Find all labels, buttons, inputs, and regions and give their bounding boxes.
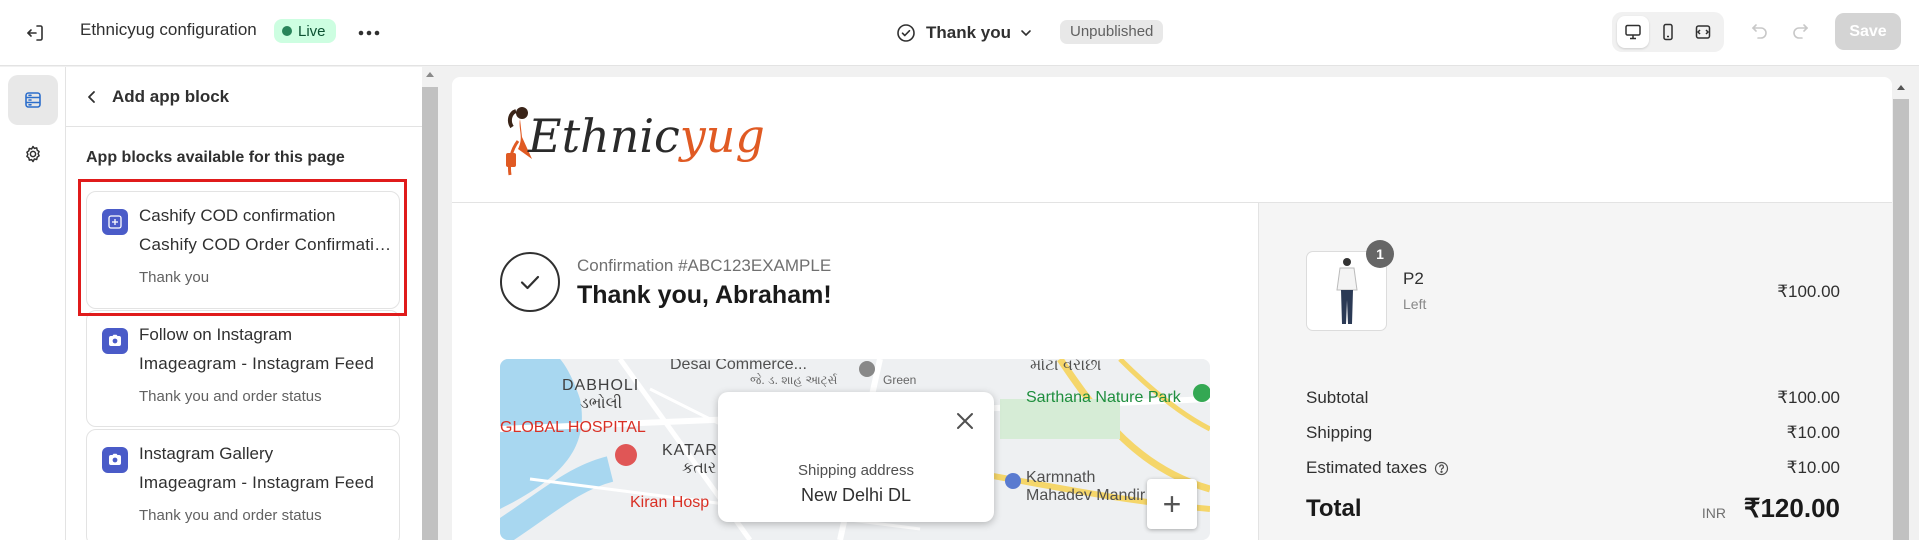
logo-text-accent: yug bbox=[679, 109, 765, 163]
editor-rail bbox=[0, 67, 66, 540]
map-label: કતાર bbox=[682, 460, 717, 477]
shipping-value: ₹10.00 bbox=[1786, 423, 1840, 442]
map-label: Mahadev Mandir bbox=[1026, 487, 1146, 504]
publish-state-badge: Unpublished bbox=[1060, 20, 1164, 44]
preview-scrollbar[interactable] bbox=[1893, 77, 1909, 540]
app-block-app-name: Imageagram - Instagram Feed bbox=[139, 473, 374, 492]
map-label: DABHOLI bbox=[562, 377, 640, 394]
redo-button[interactable] bbox=[1786, 18, 1814, 46]
section-title: App blocks available for this page bbox=[86, 149, 345, 166]
check-circle-icon bbox=[897, 24, 915, 42]
taxes-label: Estimated taxes bbox=[1306, 458, 1427, 477]
live-status-badge: Live bbox=[274, 19, 336, 43]
checkout-preview: Ethnicyug Confirmation #ABC123EXAMPLE Th… bbox=[452, 77, 1892, 540]
redo-icon bbox=[1793, 24, 1809, 39]
subtotal-value: ₹100.00 bbox=[1777, 388, 1840, 407]
fullscreen-view-button[interactable] bbox=[1687, 16, 1719, 48]
highlight-annotation-box bbox=[78, 179, 407, 316]
shipping-label: Shipping bbox=[1306, 423, 1373, 442]
app-block-pages: Thank you and order status bbox=[139, 507, 322, 524]
total-label: Total bbox=[1306, 495, 1362, 522]
gear-icon bbox=[26, 145, 40, 163]
sections-icon bbox=[25, 92, 41, 108]
settings-rail-button[interactable] bbox=[8, 129, 58, 179]
viewport-toggle-group bbox=[1612, 12, 1724, 52]
fullscreen-icon bbox=[1695, 25, 1710, 39]
close-icon[interactable] bbox=[954, 410, 976, 432]
map-label: Green bbox=[883, 373, 917, 387]
confirmation-number: Confirmation #ABC123EXAMPLE bbox=[577, 256, 832, 275]
product-name: P2 bbox=[1403, 269, 1424, 288]
map-zoom-in-button[interactable]: + bbox=[1147, 479, 1197, 529]
instagram-app-icon bbox=[102, 328, 128, 354]
panel-title: Add app block bbox=[112, 86, 230, 106]
save-button[interactable]: Save bbox=[1835, 13, 1901, 50]
map-label: Sarthana Nature Park bbox=[1026, 389, 1181, 406]
store-logo: Ethnicyug bbox=[502, 101, 765, 183]
app-block-card[interactable]: Instagram Gallery Imageagram - Instagram… bbox=[86, 429, 400, 540]
back-arrow-icon[interactable] bbox=[84, 89, 100, 105]
undo-button[interactable] bbox=[1746, 18, 1774, 46]
store-name: Ethnicyug configuration bbox=[80, 20, 257, 39]
desktop-view-button[interactable] bbox=[1617, 16, 1650, 48]
map-label: ડભોલી bbox=[580, 395, 623, 412]
shipping-address-popup: Shipping address New Delhi DL bbox=[718, 392, 994, 522]
exit-button[interactable] bbox=[20, 18, 50, 48]
taxes-label-group: Estimated taxes bbox=[1306, 458, 1449, 478]
map-label: Karmnath bbox=[1026, 469, 1096, 486]
shipping-map[interactable]: Desai Commerce... જે. ડ. શાહ આર્ટ્સ Gree… bbox=[500, 359, 1210, 540]
shipping-row: Shipping ₹10.00 bbox=[1306, 423, 1840, 447]
map-label: GLOBAL HOSPITAL bbox=[500, 419, 646, 436]
map-label: જે. ડ. શાહ આર્ટ્સ bbox=[750, 373, 838, 387]
thank-you-heading: Thank you, Abraham! bbox=[577, 281, 832, 309]
subtotal-row: Subtotal ₹100.00 bbox=[1306, 388, 1840, 412]
logo-wordmark: Ethnicyug bbox=[528, 109, 765, 163]
shipping-address-value: New Delhi DL bbox=[800, 485, 912, 505]
panel-scrollbar[interactable] bbox=[422, 67, 438, 540]
subtotal-label: Subtotal bbox=[1306, 388, 1369, 407]
page-selector-label: Thank you bbox=[926, 23, 1012, 42]
map-label: Kiran Hosp bbox=[630, 494, 710, 511]
shipping-address-label: Shipping address bbox=[798, 462, 914, 479]
map-label: KATAR bbox=[662, 442, 718, 459]
scroll-up-icon[interactable] bbox=[426, 72, 434, 77]
scrollbar-thumb[interactable] bbox=[1893, 99, 1909, 540]
total-currency: INR bbox=[1701, 505, 1726, 521]
instagram-app-icon bbox=[102, 447, 128, 473]
undo-icon bbox=[1751, 24, 1767, 39]
top-bar: Ethnicyug configuration Live Thank you U… bbox=[0, 0, 1919, 66]
product-price: ₹100.00 bbox=[1777, 282, 1840, 301]
help-icon[interactable] bbox=[1434, 461, 1449, 476]
ellipsis-icon bbox=[358, 30, 380, 36]
status-dot-icon bbox=[282, 26, 292, 36]
map-label: મોટા વરાછા bbox=[1030, 359, 1102, 374]
quantity-badge: 1 bbox=[1366, 240, 1394, 268]
app-block-title: Instagram Gallery bbox=[139, 444, 274, 463]
app-block-title: Follow on Instagram bbox=[139, 325, 293, 344]
total-value: ₹120.00 bbox=[1743, 493, 1840, 523]
mobile-icon bbox=[1663, 23, 1673, 41]
logo-text-main: Ethnic bbox=[528, 109, 680, 163]
taxes-row: Estimated taxes ₹10.00 bbox=[1306, 458, 1840, 482]
live-status-label: Live bbox=[298, 22, 326, 40]
map-label: Desai Commerce... bbox=[670, 359, 807, 373]
app-block-app-name: Imageagram - Instagram Feed bbox=[139, 354, 374, 373]
scroll-up-icon[interactable] bbox=[1897, 85, 1905, 90]
total-row: Total INR ₹120.00 bbox=[1306, 493, 1840, 527]
app-block-card[interactable]: Follow on Instagram Imageagram - Instagr… bbox=[86, 310, 400, 427]
mobile-view-button[interactable] bbox=[1652, 16, 1684, 48]
confirmation-check-icon bbox=[500, 252, 560, 312]
scrollbar-thumb[interactable] bbox=[422, 87, 438, 540]
chevron-down-icon bbox=[1021, 30, 1031, 37]
sections-rail-button[interactable] bbox=[8, 75, 58, 125]
product-variant: Left bbox=[1403, 296, 1427, 312]
app-block-pages: Thank you and order status bbox=[139, 388, 322, 405]
panel-header: Add app block bbox=[66, 67, 422, 127]
more-actions-button[interactable] bbox=[354, 18, 384, 48]
taxes-value: ₹10.00 bbox=[1786, 458, 1840, 477]
page-selector[interactable]: Thank you bbox=[896, 18, 1033, 48]
desktop-icon bbox=[1625, 24, 1642, 40]
exit-icon bbox=[27, 25, 43, 41]
